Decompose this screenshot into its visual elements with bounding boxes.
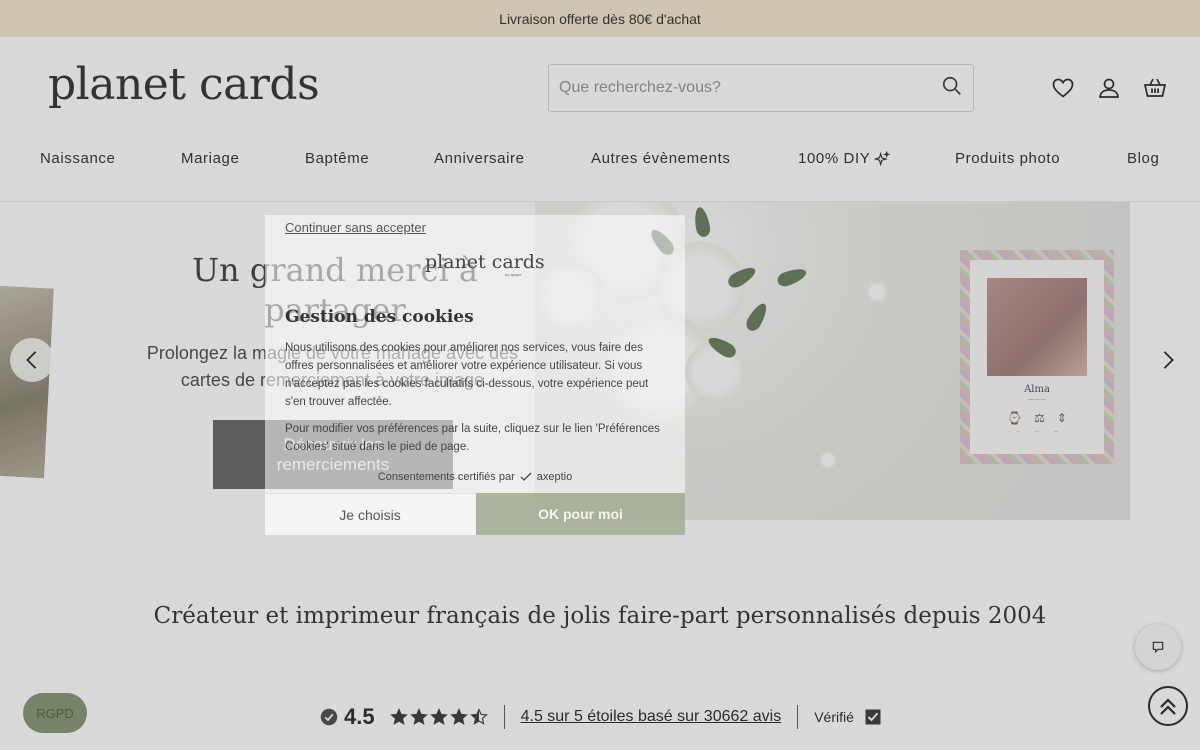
ok-button[interactable]: OK pour moi [476, 493, 685, 535]
modal-logo: planet cards [425, 251, 545, 273]
modal-text: Nous utilisons des cookies pour améliore… [285, 342, 649, 408]
choose-button[interactable]: Je choisis [265, 493, 475, 535]
modal-logo-sub: by apepe [505, 272, 522, 277]
axeptio-logo-icon [520, 472, 532, 481]
continue-without-accepting-link[interactable]: Continuer sans accepter [285, 220, 426, 235]
consent-certification: Consentements certifiés par axeptio [377, 471, 573, 483]
modal-text-preferences: Pour modifier vos préférences par la sui… [285, 423, 660, 453]
cookie-consent-modal: Continuer sans accepter planet cards by … [265, 215, 685, 535]
modal-title: Gestion des cookies [285, 307, 474, 327]
